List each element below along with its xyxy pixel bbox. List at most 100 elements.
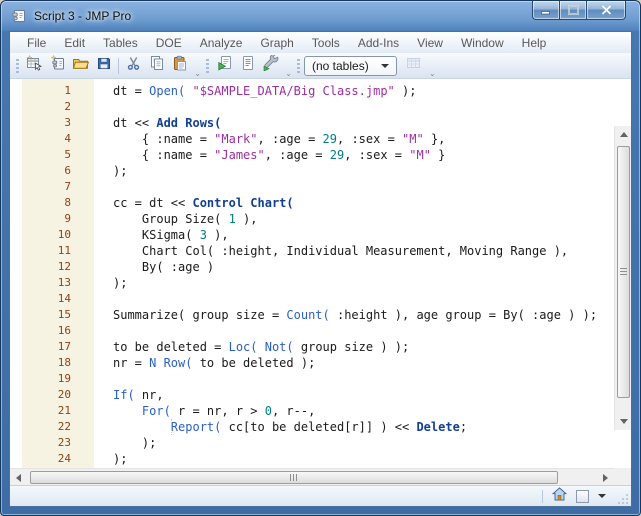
menu-view[interactable]: View — [408, 33, 452, 53]
line-number: 20 — [57, 388, 71, 401]
window-square-button[interactable] — [576, 489, 589, 503]
menu-file[interactable]: File — [18, 33, 55, 53]
line-number: 23 — [57, 436, 71, 449]
line-number: 14 — [57, 292, 71, 305]
run-script-icon — [216, 55, 233, 76]
cut-button[interactable] — [122, 55, 145, 77]
line-number: 11 — [57, 244, 71, 257]
line-number: 1 — [64, 84, 71, 97]
code-line: Summarize( group size = Count( :height )… — [113, 308, 598, 322]
code-line: KSigma( 3 ), — [113, 228, 229, 242]
toolbar-drag-handle[interactable] — [206, 58, 209, 73]
resize-grip-icon[interactable] — [617, 492, 629, 504]
line-number: 16 — [57, 324, 71, 337]
menu-tables[interactable]: Tables — [94, 33, 147, 53]
window-client-area: File Edit Tables DOE Analyze Graph Tools Add-In… — [9, 31, 632, 507]
code-line: ); — [113, 276, 128, 290]
line-number: 3 — [64, 116, 71, 129]
log-button[interactable] — [236, 55, 259, 77]
scroll-left-button[interactable] — [10, 469, 27, 486]
line-number: 15 — [57, 308, 71, 321]
script-file-icon — [11, 8, 27, 24]
line-number: 10 — [57, 228, 71, 241]
menu-doe[interactable]: DOE — [147, 33, 191, 53]
vertical-scrollbar[interactable] — [614, 126, 631, 430]
toolbar-overflow-icon[interactable]: ⌄ — [285, 69, 292, 77]
toolbar-group-file-clipboard: ⌄ — [13, 54, 203, 78]
home-icon — [551, 486, 568, 506]
code-line: cc = dt << Control Chart( — [113, 196, 294, 210]
line-number: 21 — [57, 404, 71, 417]
toolbar-group-script: ⌄ — [203, 53, 294, 78]
scrollbar-corner — [614, 468, 631, 485]
vertical-scrollbar-thumb[interactable] — [617, 146, 630, 398]
code-line: ); — [113, 164, 128, 178]
menu-graph[interactable]: Graph — [251, 33, 302, 53]
menu-edit[interactable]: Edit — [55, 33, 94, 53]
window-controls — [532, 1, 626, 20]
new-data-table-button[interactable] — [23, 54, 46, 77]
status-dropdown-button[interactable] — [598, 494, 606, 498]
horizontal-scrollbar[interactable] — [10, 468, 614, 485]
open-button[interactable] — [69, 55, 92, 77]
horizontal-scrollbar-thumb[interactable] — [30, 471, 558, 484]
toolbar-drag-handle[interactable] — [16, 58, 19, 73]
scroll-right-button[interactable] — [597, 469, 614, 486]
line-number: 12 — [57, 260, 71, 273]
menu-add-ins[interactable]: Add-Ins — [349, 33, 408, 53]
code-area[interactable]: dt = Open( "$SAMPLE_DATA/Big Class.jmp" … — [94, 79, 614, 468]
close-button[interactable] — [586, 1, 626, 20]
scroll-down-button[interactable] — [615, 413, 631, 430]
menu-analyze[interactable]: Analyze — [191, 33, 252, 53]
status-separator — [542, 489, 543, 503]
cut-icon — [126, 55, 141, 76]
paste-icon — [172, 55, 188, 76]
log-icon — [240, 55, 256, 76]
maximize-button[interactable] — [559, 1, 587, 20]
line-number: 9 — [64, 212, 71, 225]
code-line: Group Size( 1 ), — [113, 212, 258, 226]
window-title: Script 3 - JMP Pro — [34, 9, 132, 23]
menu-tools[interactable]: Tools — [303, 33, 349, 53]
toolbar-drag-handle[interactable] — [297, 58, 300, 73]
menu-window[interactable]: Window — [452, 33, 513, 53]
script-editor[interactable]: 1 2 3 4 5 6 7 8 9 10 11 12 13 14 15 16 17 18 19 20 21 22 23 24 … — [10, 79, 631, 468]
copy-button[interactable] — [145, 55, 168, 77]
line-number: 17 — [57, 340, 71, 353]
toolbar-group-tables: (no tables) ⌄ — [294, 54, 438, 78]
new-data-table-icon — [26, 54, 43, 76]
line-number: 24 — [57, 452, 71, 465]
menu-bar: File Edit Tables DOE Analyze Graph Tools Add-In… — [10, 32, 631, 53]
code-line: nr = N Row( to be deleted ); — [113, 356, 316, 370]
jmp-pro-window: Script 3 - JMP Pro File Edit Tables DOE Anal… — [0, 0, 641, 516]
code-line: { :name = "James", :age = 29, :sex = "M"… — [113, 148, 446, 162]
code-line: For( r = nr, r > 0, r--, — [141, 404, 316, 418]
scroll-up-button[interactable] — [615, 126, 631, 143]
chevron-down-icon — [380, 63, 389, 68]
paste-button[interactable] — [168, 55, 191, 77]
line-number: 4 — [64, 132, 71, 145]
minimize-button[interactable] — [532, 1, 560, 20]
tables-dropdown[interactable]: (no tables) — [304, 55, 397, 76]
line-number: 6 — [64, 164, 71, 177]
title-bar[interactable]: Script 3 - JMP Pro — [1, 1, 640, 31]
home-button[interactable] — [551, 486, 568, 506]
menu-help[interactable]: Help — [513, 33, 556, 53]
toolbar-overflow-icon[interactable]: ⌄ — [194, 69, 201, 77]
run-script-button[interactable] — [213, 55, 236, 77]
line-number: 7 — [64, 180, 71, 193]
code-line: Chart Col( :height, Individual Measureme… — [113, 244, 569, 258]
tables-dropdown-value: (no tables) — [312, 58, 369, 73]
data-table-button — [403, 55, 426, 77]
tools-button[interactable] — [259, 53, 282, 77]
code-line: { :name = "Mark", :age = 29, :sex = "M" … — [113, 132, 446, 146]
save-button[interactable] — [92, 55, 115, 77]
new-script-button[interactable] — [46, 54, 69, 77]
code-line: ); — [113, 452, 128, 466]
line-number: 18 — [57, 356, 71, 369]
toolbar-overflow-icon[interactable]: ⌄ — [429, 69, 436, 77]
status-bar — [10, 485, 631, 506]
